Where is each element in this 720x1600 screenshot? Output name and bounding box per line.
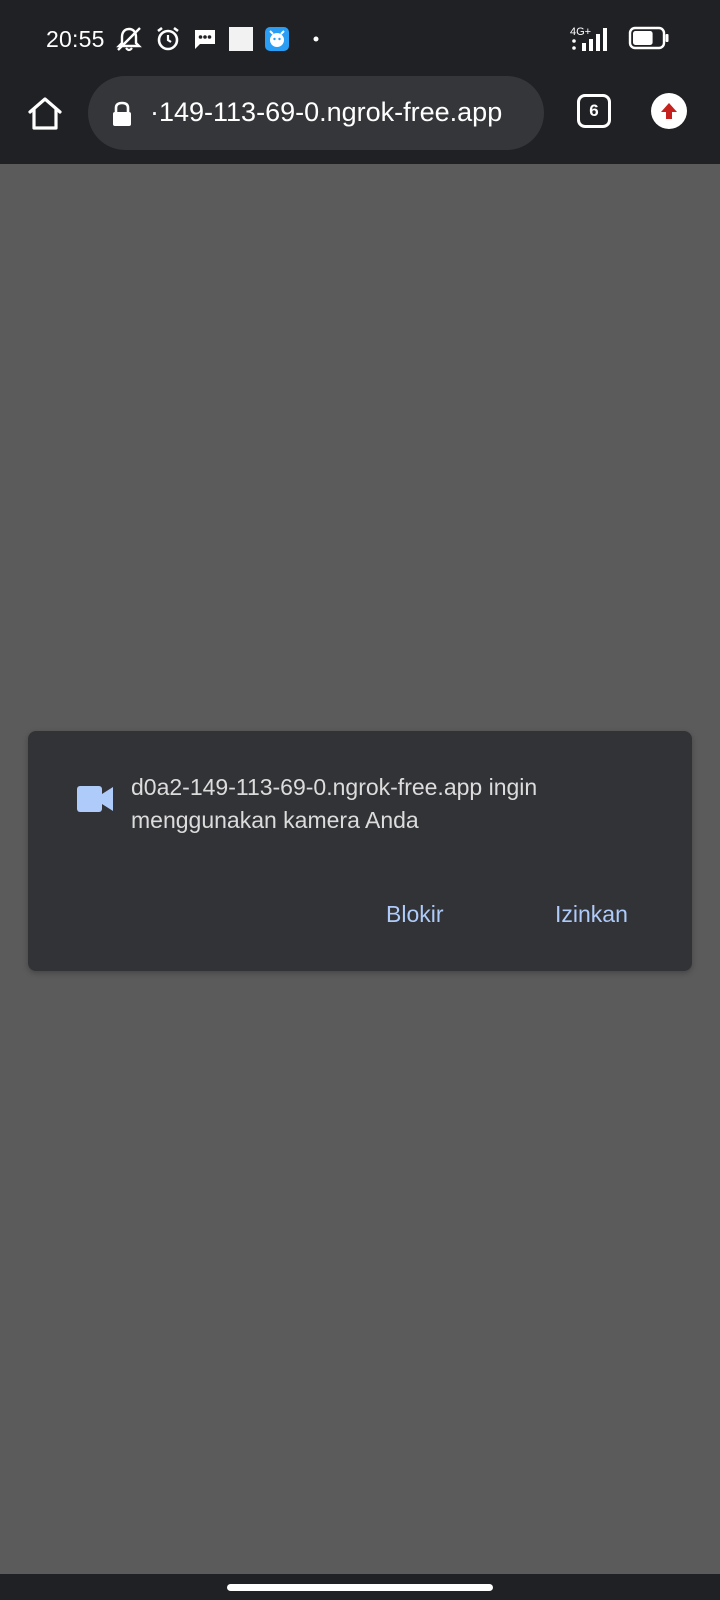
notification-icons — [114, 24, 330, 54]
allow-button[interactable]: Izinkan — [555, 901, 628, 928]
mute-alarm-icon — [114, 25, 144, 53]
browser-toolbar: ·149-113-69-0.ngrok-free.app 6 — [0, 70, 720, 164]
video-camera-icon — [77, 786, 113, 812]
home-button[interactable] — [22, 90, 68, 136]
status-time: 20:55 — [46, 26, 105, 52]
system-status: 4G+ — [568, 22, 670, 54]
home-icon — [28, 97, 62, 130]
permission-message: d0a2-149-113-69-0.ngrok-free.app ingin m… — [131, 774, 538, 833]
signal-icon: 4G+ — [568, 24, 614, 52]
dot-icon — [312, 35, 320, 43]
home-indicator[interactable] — [227, 1584, 493, 1591]
app-notification-icon — [264, 26, 290, 52]
block-button[interactable]: Blokir — [386, 901, 444, 928]
message-icon — [192, 26, 218, 52]
navigation-bar — [0, 1574, 720, 1600]
blank-notification-icon — [228, 26, 254, 52]
arrow-up-icon — [661, 103, 677, 119]
status-bar: 20:55 4G+ — [0, 0, 720, 70]
address-bar[interactable]: ·149-113-69-0.ngrok-free.app — [88, 76, 544, 150]
camera-permission-dialog: d0a2-149-113-69-0.ngrok-free.app ingin m… — [28, 731, 692, 971]
svg-text:4G+: 4G+ — [570, 26, 591, 38]
alarm-clock-icon — [154, 25, 182, 53]
tab-count: 6 — [589, 101, 599, 120]
tab-switcher-button[interactable]: 6 — [577, 94, 611, 128]
battery-icon — [628, 26, 670, 50]
url-text[interactable]: ·149-113-69-0.ngrok-free.app — [150, 97, 530, 128]
update-button[interactable] — [651, 93, 687, 129]
lock-icon[interactable] — [110, 100, 134, 128]
